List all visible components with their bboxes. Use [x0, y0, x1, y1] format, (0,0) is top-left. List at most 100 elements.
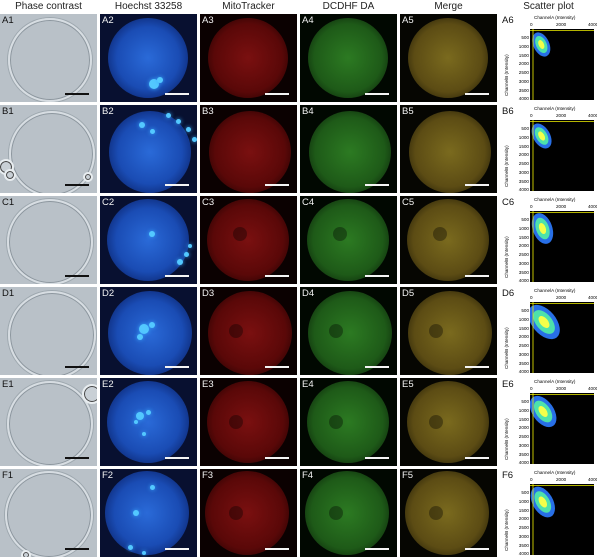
column-header-phase: Phase contrast — [15, 1, 82, 12]
scale-bar — [465, 184, 489, 186]
oocyte-signal — [309, 111, 391, 193]
nucleus-region — [333, 227, 347, 241]
droplet — [82, 384, 97, 404]
panel-label: C5 — [402, 197, 415, 208]
scatter-y-tick: 500 — [521, 35, 529, 40]
panel-label: D6 — [502, 288, 515, 299]
scatter-x-tick: 0 — [530, 204, 533, 209]
scatter-y-tick: 500 — [521, 126, 529, 131]
panel-label: B4 — [302, 106, 314, 117]
panel-label: B1 — [2, 106, 14, 117]
oocyte-signal — [409, 111, 491, 193]
column-header-scatter: Scatter plot — [523, 1, 574, 12]
oocyte-signal — [207, 199, 289, 281]
scale-bar — [265, 93, 289, 95]
panel-label: C2 — [102, 197, 115, 208]
panel-merge-e: E5 — [400, 378, 497, 466]
oocyte-signal — [208, 291, 292, 375]
nucleus-region — [429, 324, 443, 338]
panel-label: C3 — [202, 197, 215, 208]
scale-bar — [165, 93, 189, 95]
dna-spot — [183, 251, 189, 257]
scatter-x-title: ChannelA (Intensity) — [534, 470, 576, 475]
scatter-y-title: ChannelB (Intensity) — [504, 418, 509, 460]
scale-bar — [465, 366, 489, 368]
dna-spot — [149, 231, 155, 237]
panel-scatter-a: ChannelA (Intensity) 0 2000 4000 500 1000 1500… — [500, 14, 597, 102]
panel-label: E2 — [102, 379, 114, 390]
oocyte-signal — [207, 381, 289, 463]
dna-spot — [188, 244, 192, 248]
scatter-y-tick: 500 — [521, 399, 529, 404]
oocyte-outline — [7, 381, 93, 466]
dna-spot — [139, 324, 149, 334]
column-header-merge: Merge — [434, 1, 463, 12]
scatter-y-title: ChannelB (Intensity) — [504, 236, 509, 278]
panel-label: E4 — [302, 379, 314, 390]
scale-bar — [265, 548, 289, 550]
droplet — [4, 169, 16, 181]
nucleus-region — [233, 227, 247, 241]
scatter-y-tick: 2000 — [518, 152, 529, 158]
scatter-x-tick: 4000 — [588, 477, 597, 482]
scatter-y-tick: 4000 — [518, 187, 529, 193]
scatter-x-tick: 0 — [530, 295, 533, 300]
scatter-x-title: ChannelA (Intensity) — [534, 197, 576, 202]
scatter-y-tick: 2000 — [518, 516, 529, 522]
scale-bar — [265, 457, 289, 459]
scatter-plot-area — [530, 393, 594, 464]
oocyte-signal — [407, 381, 489, 463]
scatter-plot-area — [530, 484, 594, 555]
panel-mito-a: A3 — [200, 14, 297, 102]
scatter-x-tick: 2000 — [556, 113, 567, 118]
scale-bar — [365, 184, 389, 186]
scatter-x-tick: 0 — [530, 386, 533, 391]
scatter-density-cloud — [530, 302, 594, 373]
scale-bar — [165, 184, 189, 186]
scatter-y-tick: 3000 — [518, 169, 529, 175]
panel-label: D4 — [302, 288, 315, 299]
scatter-density-cloud — [530, 211, 594, 282]
oocyte-outline — [9, 111, 95, 193]
panel-hoechst-f: F2 — [100, 469, 197, 557]
panel-label: C6 — [502, 197, 515, 208]
panel-label: E5 — [402, 379, 414, 390]
dna-spot — [137, 334, 143, 340]
dna-spot — [149, 322, 155, 328]
panel-dcf-a: A4 — [300, 14, 397, 102]
scatter-y-title: ChannelB (Intensity) — [504, 327, 509, 369]
oocyte-signal — [407, 199, 489, 281]
panel-label: B6 — [502, 106, 514, 117]
scatter-x-tick: 2000 — [556, 295, 567, 300]
oocyte-signal — [108, 18, 188, 98]
scale-bar — [365, 548, 389, 550]
panel-scatter-f: ChannelA (Intensity) 0 2000 4000 500 1000 1500… — [500, 469, 597, 557]
droplet — [83, 172, 93, 182]
scatter-y-tick: 3500 — [518, 87, 529, 93]
scatter-y-tick: 2500 — [518, 70, 529, 76]
oocyte-signal — [205, 471, 289, 555]
oocyte-signal — [305, 471, 389, 555]
nucleus-region — [329, 324, 343, 338]
panel-scatter-b: ChannelA (Intensity) 0 2000 4000 500 1000 1500… — [500, 105, 597, 193]
panel-label: F1 — [2, 470, 14, 481]
panel-label: F2 — [102, 470, 114, 481]
figure-grid: A1 A2 A3 A4 A5 ChannelA (Intensity) 0 2000 4000 5… — [0, 14, 600, 557]
panel-label: C4 — [302, 197, 315, 208]
scatter-y-tick: 2500 — [518, 252, 529, 258]
oocyte-outline — [5, 471, 93, 557]
panel-label: F6 — [502, 470, 514, 481]
panel-hoechst-e: E2 — [100, 378, 197, 466]
scale-bar — [365, 93, 389, 95]
panel-mito-d: D3 — [200, 287, 297, 375]
scale-bar — [265, 184, 289, 186]
panel-phase-d: D1 — [0, 287, 97, 375]
panel-label: E1 — [2, 379, 14, 390]
scatter-x-tick: 2000 — [556, 386, 567, 391]
dna-spot — [175, 118, 181, 124]
panel-scatter-e: ChannelA (Intensity) 0 2000 4000 500 1000 1500… — [500, 378, 597, 466]
panel-label: E6 — [502, 379, 514, 390]
scatter-plot-area — [530, 120, 594, 191]
dna-spot — [127, 544, 133, 550]
scatter-y-tick: 2500 — [518, 161, 529, 167]
